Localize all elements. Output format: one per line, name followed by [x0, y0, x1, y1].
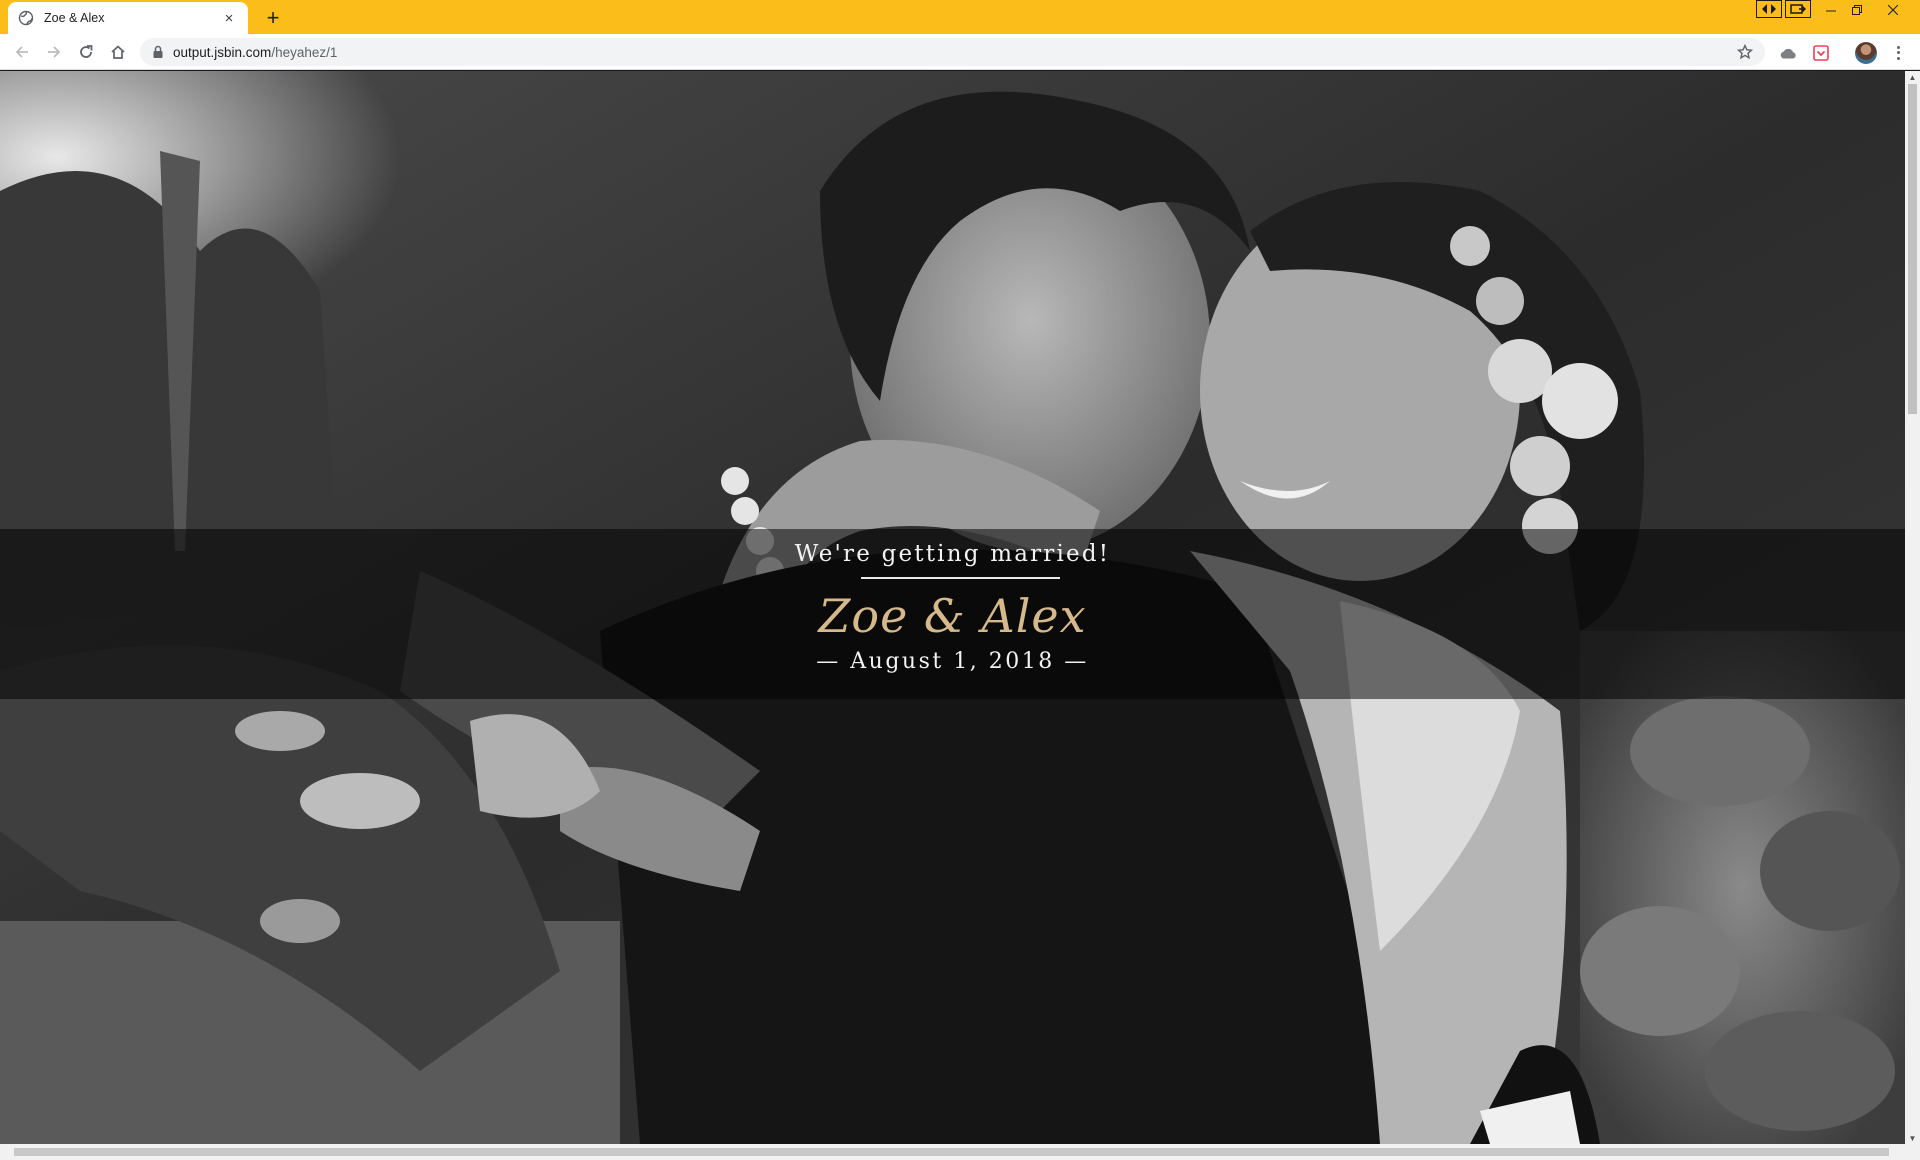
reload-icon[interactable] — [74, 40, 98, 64]
horizontal-scrollbar[interactable] — [0, 1144, 1920, 1160]
url-text[interactable]: output.jsbin.com/heyahez/1 — [173, 45, 337, 60]
couple-names: Zoe & Alex — [818, 589, 1087, 643]
hero-tagline: We're getting married! — [794, 541, 1111, 567]
page-viewport: We're getting married! Zoe & Alex — Augu… — [0, 71, 1905, 1144]
browser-toolbar: output.jsbin.com/heyahez/1 — [0, 34, 1920, 70]
extension-tile-icon[interactable] — [1756, 0, 1782, 18]
globe-icon — [18, 10, 34, 26]
cloud-icon[interactable] — [1778, 43, 1798, 63]
lock-icon[interactable] — [152, 45, 164, 59]
star-icon[interactable] — [1736, 43, 1754, 60]
home-icon[interactable] — [106, 40, 130, 64]
hero-banner: We're getting married! Zoe & Alex — Augu… — [0, 529, 1905, 699]
close-window-button[interactable] — [1880, 0, 1906, 20]
back-icon[interactable] — [10, 40, 34, 64]
scroll-down-arrow-icon[interactable]: ▼ — [1905, 1132, 1920, 1144]
forward-icon[interactable] — [42, 40, 66, 64]
pocket-icon[interactable] — [1811, 43, 1831, 63]
horizontal-scroll-thumb[interactable] — [14, 1148, 1889, 1156]
tab-title: Zoe & Alex — [44, 11, 105, 25]
tab-strip: Zoe & Alex × + — [0, 0, 1920, 34]
divider-line — [861, 577, 1060, 579]
menu-icon[interactable] — [1890, 42, 1906, 64]
url-path: /heyahez/1 — [271, 44, 338, 60]
new-tab-button[interactable]: + — [260, 5, 286, 31]
profile-avatar[interactable] — [1855, 42, 1877, 64]
extension-share-icon[interactable] — [1785, 0, 1811, 18]
restore-button[interactable] — [1844, 0, 1870, 20]
wedding-date: — August 1, 2018 — — [816, 649, 1089, 674]
vertical-scrollbar[interactable]: ▲ ▼ — [1905, 71, 1920, 1144]
browser-tab[interactable]: Zoe & Alex × — [8, 2, 248, 34]
vertical-scroll-thumb[interactable] — [1908, 84, 1917, 414]
minimize-button[interactable] — [1818, 0, 1844, 20]
url-host: output.jsbin.com — [173, 44, 272, 60]
address-bar[interactable]: output.jsbin.com/heyahez/1 — [140, 38, 1765, 66]
close-tab-icon[interactable]: × — [220, 10, 238, 27]
scroll-up-arrow-icon[interactable]: ▲ — [1905, 71, 1920, 83]
